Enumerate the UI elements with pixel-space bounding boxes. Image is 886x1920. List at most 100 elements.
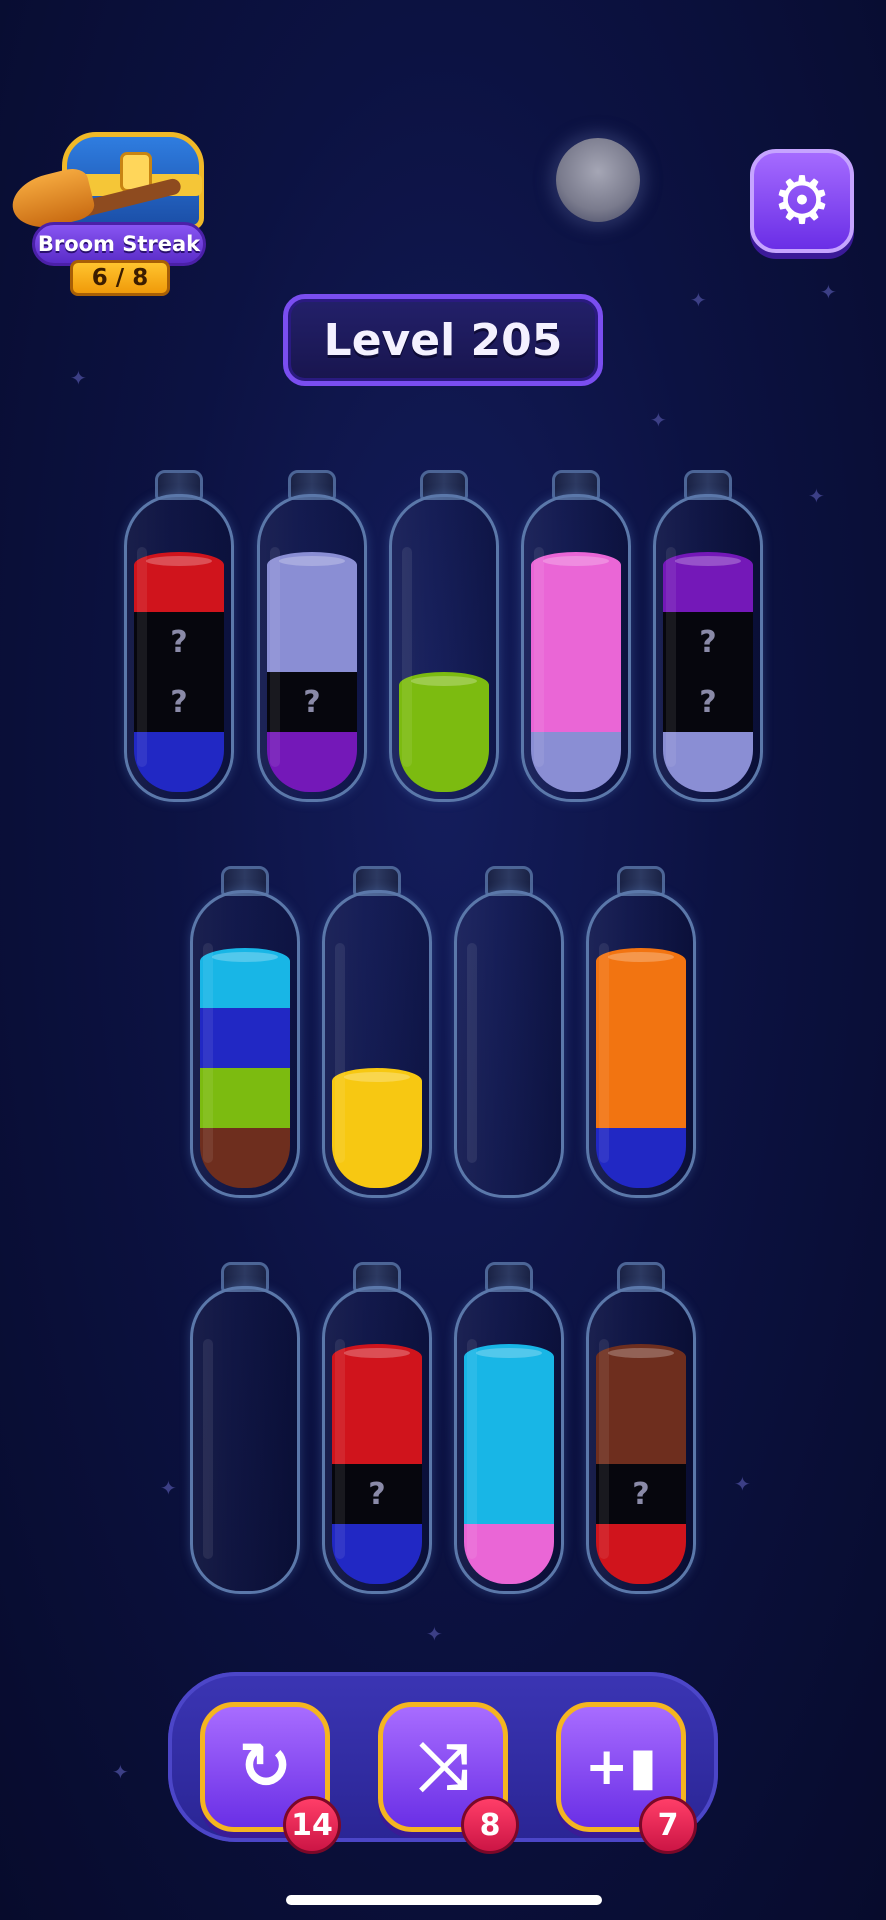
tube[interactable] [389, 470, 499, 802]
tube[interactable] [454, 1262, 564, 1594]
glass-highlight [467, 1339, 477, 1559]
tube[interactable] [190, 866, 300, 1198]
liquid-segment-brown [596, 1404, 686, 1464]
tube[interactable] [521, 470, 631, 802]
liquid-segment-lavender [663, 732, 753, 792]
star-decoration: ✦ [734, 1472, 751, 1496]
tube-liquid [464, 900, 554, 1188]
gear-icon: ⚙ [772, 162, 832, 239]
tube-liquid [596, 900, 686, 1188]
tube[interactable] [454, 866, 564, 1198]
tube-glass [454, 890, 564, 1198]
tube-liquid: ? [596, 1296, 686, 1584]
liquid-segment-brown [200, 1128, 290, 1188]
liquid-segment-cyan [464, 1404, 554, 1464]
liquid-segment-cyan [464, 1464, 554, 1524]
liquid-segment-orange [596, 1068, 686, 1128]
tube-liquid: ? [332, 1296, 422, 1584]
glass-highlight [203, 1339, 213, 1559]
glass-highlight [402, 547, 412, 767]
glass-highlight [335, 943, 345, 1163]
star-decoration: ✦ [426, 1622, 443, 1646]
glass-highlight [203, 943, 213, 1163]
tube-liquid [332, 900, 422, 1188]
glass-highlight [335, 1339, 345, 1559]
tube[interactable] [190, 1262, 300, 1594]
liquid-segment-lavender [531, 732, 621, 792]
hidden-liquid-segment: ? [663, 672, 753, 732]
orb-indicator [556, 138, 640, 222]
broom-streak-badge[interactable]: Broom Streak 6 / 8 [6, 118, 207, 303]
liquid-segment-blue [332, 1524, 422, 1584]
star-decoration: ✦ [160, 1476, 177, 1500]
tube-glass [190, 1286, 300, 1594]
tube-glass [521, 494, 631, 802]
level-label: Level 205 [283, 294, 603, 386]
star-decoration: ✦ [690, 288, 707, 312]
tube-glass: ? [257, 494, 367, 802]
liquid-segment-lavender [267, 552, 357, 612]
glass-highlight [666, 547, 676, 767]
star-decoration: ✦ [650, 408, 667, 432]
tube-glass: ? [322, 1286, 432, 1594]
liquid-segment-green [200, 1068, 290, 1128]
glass-highlight [534, 547, 544, 767]
add-bottle-icon: +▮ [584, 1737, 658, 1797]
undo-count-badge: 14 [283, 1796, 341, 1854]
liquid-segment-pink [464, 1524, 554, 1584]
hidden-liquid-segment: ? [134, 612, 224, 672]
add-bottle-count-badge: 7 [639, 1796, 697, 1854]
settings-button[interactable]: ⚙ [750, 149, 854, 253]
liquid-segment-red [596, 1524, 686, 1584]
tube-liquid: ?? [134, 504, 224, 792]
liquid-segment-brown [596, 1344, 686, 1404]
liquid-segment-lavender [267, 612, 357, 672]
hidden-liquid-segment: ? [134, 672, 224, 732]
tube-liquid [531, 504, 621, 792]
liquid-segment-pink [531, 672, 621, 732]
tube-liquid [200, 1296, 290, 1584]
tube-glass: ? [586, 1286, 696, 1594]
tube[interactable]: ? [586, 1262, 696, 1594]
star-decoration: ✦ [808, 484, 825, 508]
tube-liquid [464, 1296, 554, 1584]
liquid-segment-cyan [464, 1344, 554, 1404]
liquid-segment-orange [596, 1008, 686, 1068]
star-decoration: ✦ [820, 280, 837, 304]
tube-liquid: ?? [663, 504, 753, 792]
tube-liquid [200, 900, 290, 1188]
hidden-liquid-segment: ? [267, 672, 357, 732]
streak-count: 6 / 8 [70, 260, 170, 296]
liquid-segment-red [332, 1344, 422, 1404]
star-decoration: ✦ [70, 366, 87, 390]
liquid-segment-pink [531, 612, 621, 672]
liquid-segment-blue [200, 1008, 290, 1068]
liquid-segment-cyan [200, 948, 290, 1008]
shuffle-count-badge: 8 [461, 1796, 519, 1854]
star-decoration: ✦ [112, 1760, 129, 1784]
tube-glass: ?? [124, 494, 234, 802]
liquid-segment-yellow [332, 1068, 422, 1128]
liquid-segment-red [134, 552, 224, 612]
glass-highlight [137, 547, 147, 767]
tube[interactable] [586, 866, 696, 1198]
liquid-segment-yellow [332, 1128, 422, 1188]
liquid-segment-purple [267, 732, 357, 792]
tube[interactable]: ? [322, 1262, 432, 1594]
tube-glass [322, 890, 432, 1198]
tube[interactable]: ?? [124, 470, 234, 802]
liquid-segment-blue [134, 732, 224, 792]
tube[interactable]: ?? [653, 470, 763, 802]
undo-icon: ↻ [238, 1730, 292, 1804]
liquid-segment-orange [596, 948, 686, 1008]
glass-highlight [467, 943, 477, 1163]
liquid-segment-red [332, 1404, 422, 1464]
hidden-liquid-segment: ? [596, 1464, 686, 1524]
tube[interactable] [322, 866, 432, 1198]
liquid-segment-pink [531, 552, 621, 612]
shuffle-icon: ⤨ [417, 1730, 469, 1804]
tube[interactable]: ? [257, 470, 367, 802]
glass-highlight [270, 547, 280, 767]
liquid-segment-green [399, 672, 489, 732]
home-indicator [286, 1895, 602, 1905]
